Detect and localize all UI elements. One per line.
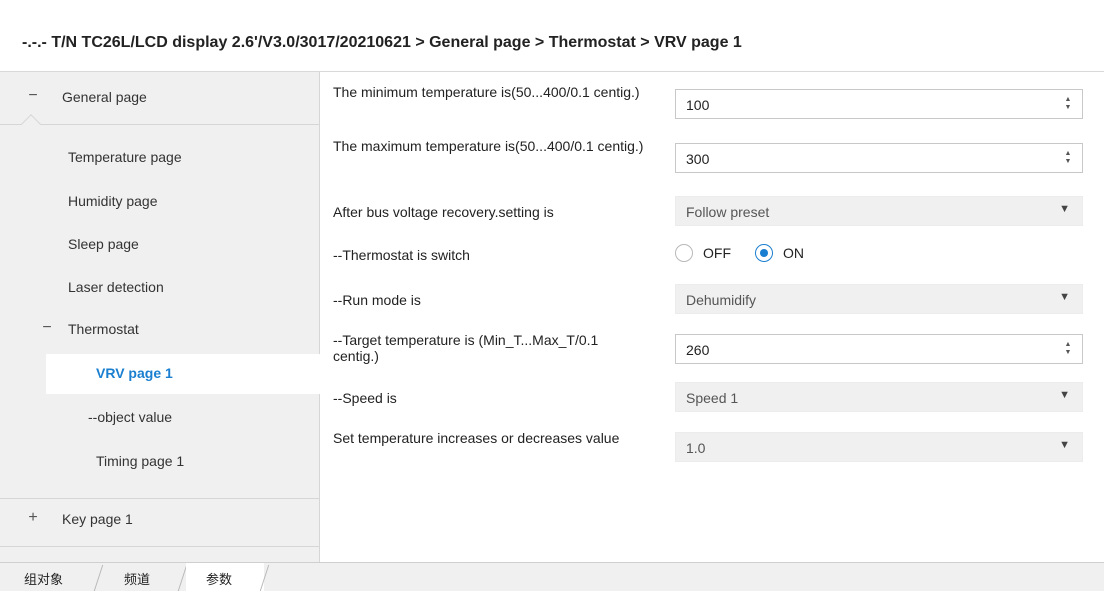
tree-item-laser-detection[interactable]: Laser detection [0,268,320,308]
tree-item-general-page[interactable]: − General page [0,78,320,118]
radio-on[interactable] [755,244,773,262]
speed-dropdown[interactable]: Speed 1 ▼ [675,382,1083,412]
tree-item-label: --object value [88,409,173,425]
spinbox-value: 260 [686,342,710,358]
tree-item-label: Timing page 1 [96,453,185,469]
radio-off-label: OFF [703,245,731,261]
dropdown-value: Follow preset [686,204,770,220]
tree-item-label: Laser detection [68,279,164,295]
spinbox-value: 100 [686,97,710,113]
chevron-down-icon: ▼ [1059,291,1070,303]
chevron-down-icon: ▼ [1059,439,1070,451]
divider [0,498,320,499]
tree-item-timing-page-1[interactable]: Timing page 1 [0,442,320,482]
param-label: The minimum temperature is(50...400/0.1 … [333,84,640,100]
bottom-tab-bar: 组对象 频道 参数 [0,562,1104,591]
tab-label: 组对象 [24,572,64,587]
tab-label: 参数 [206,572,233,587]
header-bar: -.-.- T/N TC26L/LCD display 2.6'/V3.0/30… [0,0,1104,72]
tab-parameters[interactable]: 参数 [186,563,264,591]
param-label: --Target temperature is (Min_T...Max_T/0… [333,332,599,364]
tree-item-label: Thermostat [68,321,139,337]
target-temp-spinbox[interactable]: 260 ▲ ▼ [675,334,1083,364]
run-mode-dropdown[interactable]: Dehumidify ▼ [675,284,1083,314]
bus-recovery-dropdown[interactable]: Follow preset ▼ [675,196,1083,226]
expand-icon[interactable]: + [26,509,40,527]
collapse-icon[interactable]: − [26,87,40,105]
tree-item-temperature-page[interactable]: Temperature page [0,138,320,178]
param-label: The maximum temperature is(50...400/0.1 … [333,138,644,154]
tree-item-label: Key page 1 [62,511,133,527]
chevron-down-icon: ▼ [1059,389,1070,401]
switch-radio-group: OFF ON [675,239,875,269]
dropdown-value: 1.0 [686,440,706,456]
tree-item-thermostat[interactable]: − Thermostat [0,310,320,350]
collapse-icon[interactable]: − [40,319,54,337]
divider [0,546,320,547]
divider [0,124,320,125]
param-label: --Thermostat is switch [333,247,470,263]
param-label: --Run mode is [333,292,421,308]
spin-arrows-icon[interactable]: ▲ ▼ [1064,341,1072,357]
tree-item-label: Temperature page [68,149,182,165]
radio-on-label: ON [783,245,804,261]
tree-item-sleep-page[interactable]: Sleep page [0,225,320,265]
breadcrumb: -.-.- T/N TC26L/LCD display 2.6'/V3.0/30… [22,34,742,51]
dropdown-value: Speed 1 [686,390,739,406]
spinbox-value: 300 [686,151,710,167]
spin-arrows-icon[interactable]: ▲ ▼ [1064,150,1072,166]
chevron-down-icon: ▼ [1059,203,1070,215]
tree-item-key-page-1[interactable]: + Key page 1 [0,500,320,540]
temp-step-dropdown[interactable]: 1.0 ▼ [675,432,1083,462]
tab-group-objects[interactable]: 组对象 [0,563,100,591]
tree-item-label: VRV page 1 [96,365,173,381]
tab-label: 频道 [124,572,151,587]
sidebar-tree: − General page Temperature page Humidity… [0,72,320,562]
param-label: Set temperature increases or decreases v… [333,430,620,446]
radio-off[interactable] [675,244,693,262]
tree-item-label: Humidity page [68,193,158,209]
param-label: After bus voltage recovery.setting is [333,204,554,220]
tree-item-humidity-page[interactable]: Humidity page [0,182,320,222]
tree-item-label: General page [62,89,147,105]
tab-channel[interactable]: 频道 [104,563,182,591]
min-temp-spinbox[interactable]: 100 ▲ ▼ [675,89,1083,119]
tree-item-object-value[interactable]: --object value [0,398,320,438]
tree-item-label: Sleep page [68,236,139,252]
max-temp-spinbox[interactable]: 300 ▲ ▼ [675,143,1083,173]
spin-arrows-icon[interactable]: ▲ ▼ [1064,96,1072,112]
parameter-panel: The minimum temperature is(50...400/0.1 … [321,72,1104,562]
param-label: --Speed is [333,390,397,406]
tree-item-vrv-page-1[interactable]: VRV page 1 [46,354,320,394]
dropdown-value: Dehumidify [686,292,757,308]
